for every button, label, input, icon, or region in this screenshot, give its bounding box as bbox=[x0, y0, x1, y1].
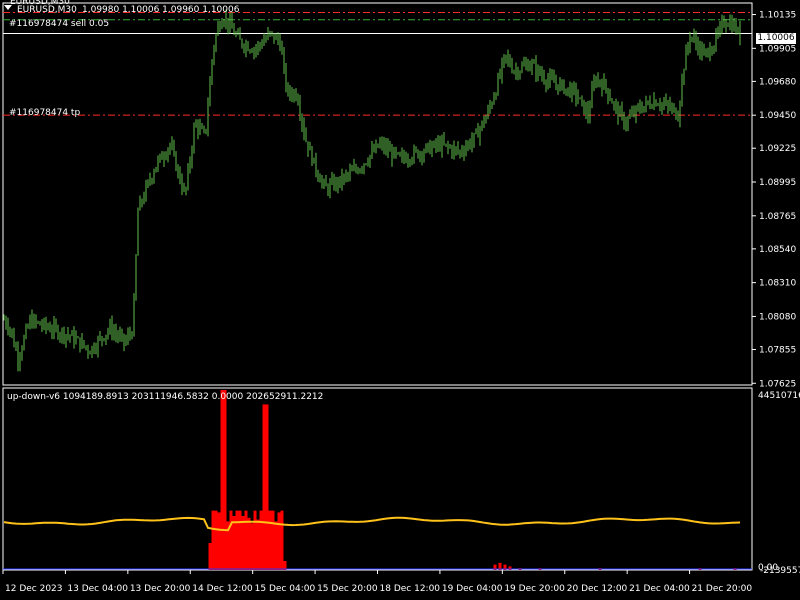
histogram-bar bbox=[265, 404, 269, 570]
histogram-bar bbox=[253, 510, 257, 570]
time-tick-label: 20 Dec 12:00 bbox=[567, 584, 628, 594]
histogram-bar bbox=[241, 516, 245, 570]
candles-layer[interactable] bbox=[3, 9, 741, 372]
current-price-tag: 1.10006 bbox=[756, 33, 796, 44]
indicator-line-layer bbox=[3, 516, 752, 570]
histogram-bar bbox=[220, 390, 224, 570]
price-tick-label: 1.08080 bbox=[759, 312, 796, 322]
indicator-panel[interactable] bbox=[2, 387, 753, 571]
time-tick-label: 15 Dec 04:00 bbox=[255, 584, 316, 594]
price-tick-label: 1.10135 bbox=[759, 11, 796, 21]
price-tick-label: 1.09905 bbox=[759, 44, 796, 54]
price-tick-label: 1.09450 bbox=[759, 111, 796, 121]
indicator-title: up-down-v6 1094189.8913 203111946.5832 0… bbox=[7, 392, 324, 402]
take-profit-label[interactable]: #116978474 tp bbox=[9, 108, 80, 119]
histogram-layer bbox=[208, 390, 737, 570]
price-tick-label: 1.09680 bbox=[759, 77, 796, 87]
histogram-bar bbox=[268, 510, 272, 570]
histogram-bar bbox=[250, 523, 254, 570]
time-tick-label: 21 Dec 04:00 bbox=[629, 584, 690, 594]
time-tick-label: 19 Dec 20:00 bbox=[504, 584, 565, 594]
histogram-bar bbox=[244, 510, 248, 570]
main-chart-panel[interactable] bbox=[2, 2, 753, 386]
histogram-bar bbox=[238, 510, 242, 570]
time-tick-label: 21 Dec 20:00 bbox=[692, 584, 753, 594]
price-tick-label: 1.08995 bbox=[759, 178, 796, 188]
histogram-bar bbox=[277, 512, 281, 570]
symbol-title: EURUSD,M30 bbox=[17, 5, 77, 15]
histogram-bar bbox=[211, 510, 215, 570]
price-tick-label: 1.08765 bbox=[759, 212, 796, 222]
time-tick-label: 14 Dec 12:00 bbox=[192, 584, 253, 594]
histogram-bar bbox=[217, 512, 221, 570]
price-tick-label: 1.09225 bbox=[759, 144, 796, 154]
price-tick-label: 1.07625 bbox=[759, 379, 796, 389]
time-tick-label: 15 Dec 20:00 bbox=[317, 584, 378, 594]
histogram-bar bbox=[229, 510, 233, 570]
time-tick-label: 19 Dec 04:00 bbox=[442, 584, 503, 594]
time-tick-label: 12 Dec 2023 bbox=[5, 584, 63, 594]
histogram-bar bbox=[262, 404, 266, 570]
histogram-bar bbox=[256, 519, 260, 570]
price-tick-label: 1.08310 bbox=[759, 279, 796, 289]
order-label[interactable]: #116978474 sell 0.05 bbox=[9, 19, 109, 30]
indicator-line bbox=[3, 516, 741, 532]
histogram-bar bbox=[271, 510, 275, 570]
histogram-bar bbox=[280, 510, 284, 570]
price-tick-label: 1.08540 bbox=[759, 245, 796, 255]
axis-layer: 1.10135 1.09905 1.09680 1.09450 1.09225 1.089… bbox=[2, 11, 796, 594]
histogram-bar bbox=[235, 510, 239, 570]
indicator-max-label: 4451071673 bbox=[758, 391, 800, 401]
histogram-bar bbox=[223, 390, 227, 570]
time-tick-label: 13 Dec 04:00 bbox=[67, 584, 128, 594]
histogram-bar bbox=[232, 516, 236, 570]
price-tick-label: 1.07855 bbox=[759, 345, 796, 355]
histogram-bar bbox=[208, 543, 212, 570]
chart-canvas[interactable]: 1.10135 1.09905 1.09680 1.09450 1.09225 1.089… bbox=[0, 0, 800, 600]
chart-window[interactable]: 1.10135 1.09905 1.09680 1.09450 1.09225 1.089… bbox=[0, 0, 800, 600]
time-tick-label: 13 Dec 20:00 bbox=[130, 584, 191, 594]
histogram-bar bbox=[247, 517, 251, 570]
indicator-min-label: -21395579 bbox=[760, 566, 800, 576]
time-tick-label: 18 Dec 12:00 bbox=[380, 584, 441, 594]
ohlc-values: 1.09980 1.10006 1.09960 1.10006 bbox=[82, 5, 240, 15]
histogram-bar bbox=[214, 510, 218, 570]
histogram-bar bbox=[274, 521, 278, 570]
histogram-bar bbox=[259, 510, 263, 570]
